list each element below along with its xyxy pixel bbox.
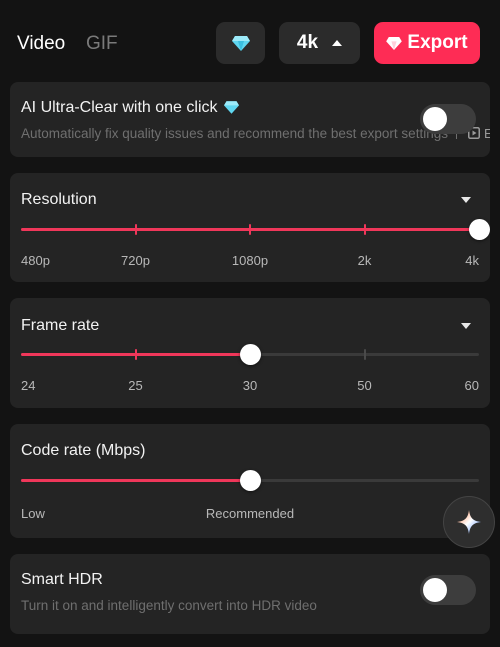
resolution-title: Resolution [21, 191, 97, 208]
smart-hdr-card: Smart HDR Turn it on and intelligently c… [10, 554, 490, 634]
export-button[interactable]: Export [374, 22, 480, 64]
ai-ultra-clear-card: AI Ultra-Clear with one click Automatica… [10, 82, 490, 157]
tick-label: 1080p [231, 253, 269, 268]
code-rate-low-label: Low [21, 506, 45, 521]
slider-thumb[interactable] [240, 470, 261, 491]
code-rate-title: Code rate (Mbps) [21, 442, 146, 459]
diamond-icon [386, 36, 403, 50]
slider-tick [134, 349, 137, 360]
frame-rate-card: Frame rate 24 25 30 50 60 [10, 298, 490, 408]
slider-tick [363, 224, 366, 235]
sparkle-icon [457, 510, 481, 534]
tick-label: 50 [357, 378, 372, 393]
toggle-knob [423, 107, 447, 131]
top-bar: Video GIF 4k Export [0, 0, 500, 86]
ai-ultra-clear-description: Automatically fix quality issues and rec… [21, 126, 448, 141]
diamond-icon [231, 35, 250, 51]
code-rate-slider[interactable] [21, 470, 479, 491]
tick-label: 4k [465, 253, 479, 268]
diamond-icon [224, 101, 239, 114]
frame-rate-tick-labels: 24 25 30 50 60 [21, 378, 479, 394]
code-rate-recommended-label: Recommended [205, 506, 295, 521]
slider-tick [363, 349, 366, 360]
slider-fill [21, 479, 250, 482]
chevron-down-icon[interactable] [461, 197, 471, 203]
tick-label: 25 [128, 378, 143, 393]
resolution-card: Resolution 480p 720p 1080p 2k 4k [10, 173, 490, 282]
slider-thumb[interactable] [240, 344, 261, 365]
slider-tick [134, 224, 137, 235]
tab-video[interactable]: Video [17, 33, 65, 55]
ai-ultra-clear-toggle[interactable] [420, 104, 476, 134]
code-rate-card: Code rate (Mbps) Low Recommended [10, 424, 490, 538]
tick-label: 60 [464, 378, 479, 393]
chevron-down-icon[interactable] [461, 323, 471, 329]
smart-hdr-description: Turn it on and intelligently convert int… [21, 598, 317, 613]
ai-ultra-clear-title: AI Ultra-Clear with one click [21, 99, 218, 116]
smart-hdr-toggle[interactable] [420, 575, 476, 605]
tick-label: 30 [242, 378, 258, 393]
partial-text: E [484, 126, 490, 141]
caret-up-icon [332, 40, 343, 46]
tick-label: 480p [21, 253, 50, 268]
frame-rate-title: Frame rate [21, 317, 100, 334]
frame-rate-slider[interactable] [21, 344, 479, 365]
premium-button[interactable] [216, 22, 265, 64]
resolution-tick-labels: 480p 720p 1080p 2k 4k [21, 253, 479, 269]
tab-gif[interactable]: GIF [86, 33, 118, 55]
resolution-slider[interactable] [21, 219, 490, 240]
export-label: Export [407, 32, 468, 53]
toggle-knob [423, 578, 447, 602]
slider-thumb[interactable] [469, 219, 490, 240]
resolution-dropdown-button[interactable]: 4k [279, 22, 360, 64]
smart-hdr-title: Smart HDR [21, 571, 103, 588]
tick-label: 720p [121, 253, 150, 268]
slider-tick [249, 224, 251, 235]
tick-label: 24 [21, 378, 36, 393]
tick-label: 2k [357, 253, 372, 268]
resolution-dropdown-label: 4k [296, 32, 319, 53]
ai-assistant-button[interactable] [443, 496, 495, 548]
